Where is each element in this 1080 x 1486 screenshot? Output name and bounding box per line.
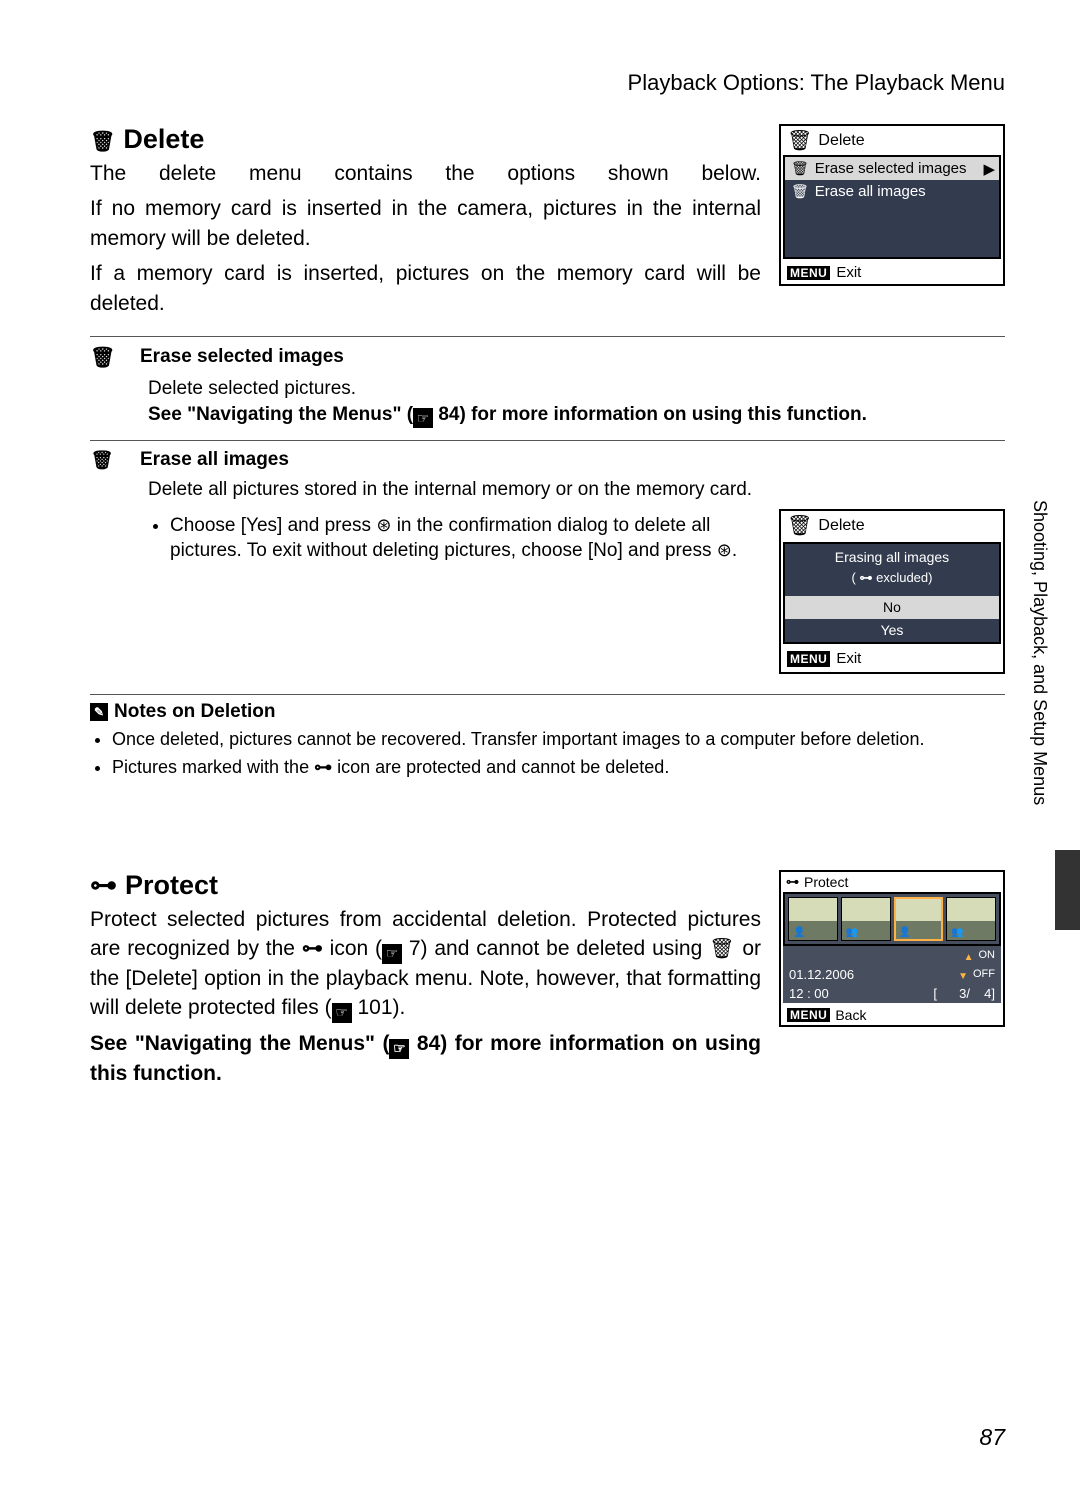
opt-erase-all-title: Erase all images: [140, 449, 289, 471]
thumb-2: 👥: [841, 897, 891, 941]
ok-icon: [376, 515, 391, 535]
protect-heading: Protect: [90, 870, 761, 901]
erase-all-row: Erase all images: [785, 180, 999, 203]
ref-icon: ☞: [389, 1039, 409, 1059]
menu-badge: MENU: [787, 651, 830, 667]
exit-label: Exit: [836, 264, 861, 281]
exit-label: Exit: [836, 649, 861, 669]
delete-para-2: If no memory card is inserted in the cam…: [90, 194, 761, 253]
confirm-msg: Erasing all images: [785, 544, 999, 569]
delete-title: Delete: [123, 124, 204, 155]
notes-bullet-1: Once deleted, pictures cannot be recover…: [112, 727, 1005, 751]
side-tab-label: Shooting, Playback, and Setup Menus: [1029, 500, 1050, 805]
protect-total: 4]: [975, 986, 995, 1001]
opt-erase-selected-body: Delete selected pictures.: [148, 376, 1005, 402]
thumbnail-row: 👤 👥 👤 👥: [783, 892, 1001, 946]
trash-icon: [787, 513, 812, 540]
delete-para-3: If a memory card is inserted, pictures o…: [90, 259, 761, 318]
back-label: Back: [835, 1007, 866, 1023]
menu-badge: MENU: [787, 266, 830, 280]
erase-all-confirm-screen: Delete Erasing all images ( excluded) No…: [779, 509, 1005, 674]
ok-icon: [717, 540, 732, 560]
opt-erase-selected-see: See "Navigating the Menus" (☞ 84) for mo…: [148, 402, 1005, 428]
erase-selected-icon: [791, 160, 809, 177]
ref-icon: ☞: [332, 1003, 352, 1023]
confirm-no: No: [785, 596, 999, 619]
protect-row-date: 01.12.2006 OFF: [783, 965, 1001, 984]
protect-date: 01.12.2006: [789, 967, 854, 982]
erase-selected-row: Erase selected images ▶: [785, 157, 999, 180]
ref-icon: ☞: [382, 944, 402, 964]
key-icon: [90, 870, 117, 901]
trash-icon: [90, 124, 115, 155]
page-number: 87: [979, 1424, 1005, 1451]
ref-icon: ☞: [413, 408, 433, 428]
screen-title: Delete: [818, 132, 864, 150]
screen-title: Delete: [818, 515, 864, 537]
confirm-yes: Yes: [785, 619, 999, 642]
up-icon: [964, 948, 974, 963]
opt-erase-selected-title: Erase selected images: [140, 346, 344, 368]
notes-on-deletion-head: ✎ Notes on Deletion: [90, 694, 1005, 723]
protect-row-time: 12 : 00 [ 3/ 4]: [783, 984, 1001, 1003]
trash-icon: [709, 939, 735, 959]
thumb-3-selected: 👤: [894, 897, 944, 941]
erase-all-option-icon: [90, 450, 114, 471]
menu-badge: MENU: [787, 1008, 830, 1022]
opt-erase-all-head: Erase all images: [90, 440, 1005, 471]
erase-all-label: Erase all images: [815, 183, 926, 200]
protect-index: 3/: [942, 986, 970, 1001]
protect-time: 12 : 00: [789, 986, 829, 1001]
thumb-4: 👥: [946, 897, 996, 941]
protect-para: Protect selected pictures from accidenta…: [90, 905, 761, 1023]
confirm-sub: ( excluded): [785, 569, 999, 597]
thumb-1: 👤: [788, 897, 838, 941]
breadcrumb: Playback Options: The Playback Menu: [90, 70, 1005, 96]
protect-see: See "Navigating the Menus" (☞ 84) for mo…: [90, 1029, 761, 1088]
side-tab-stub: [1055, 850, 1080, 930]
delete-heading: Delete: [90, 124, 761, 155]
protect-title: Protect: [125, 870, 218, 901]
note-icon: ✎: [90, 703, 108, 721]
protect-screen-title: Protect: [804, 874, 848, 890]
protect-screen: Protect 👤 👥 👤 👥 ON 01.12.2006 OFF 12 : 0…: [779, 870, 1005, 1027]
erase-selected-label: Erase selected images: [815, 160, 967, 177]
key-icon: [302, 937, 323, 960]
notes-title: Notes on Deletion: [114, 701, 276, 723]
key-icon: [786, 874, 799, 890]
delete-para-1: The delete menu contains the options sho…: [90, 159, 761, 188]
protect-row-on: ON: [783, 946, 1001, 965]
erase-selected-option-icon: [90, 345, 114, 370]
key-icon: [314, 757, 332, 777]
notes-bullet-2: Pictures marked with the icon are protec…: [112, 755, 1005, 779]
delete-menu-screen: Delete Erase selected images ▶ Erase all…: [779, 124, 1005, 286]
chevron-right-icon: ▶: [983, 160, 995, 178]
opt-erase-all-body: Delete all pictures stored in the intern…: [148, 477, 1005, 503]
key-icon: [859, 570, 872, 585]
erase-all-icon: [791, 183, 809, 200]
opt-erase-all-bullet: Choose [Yes] and press in the confirmati…: [170, 513, 761, 564]
opt-erase-selected-head: Erase selected images: [90, 336, 1005, 370]
down-icon: [958, 967, 968, 982]
trash-icon: [787, 128, 812, 153]
